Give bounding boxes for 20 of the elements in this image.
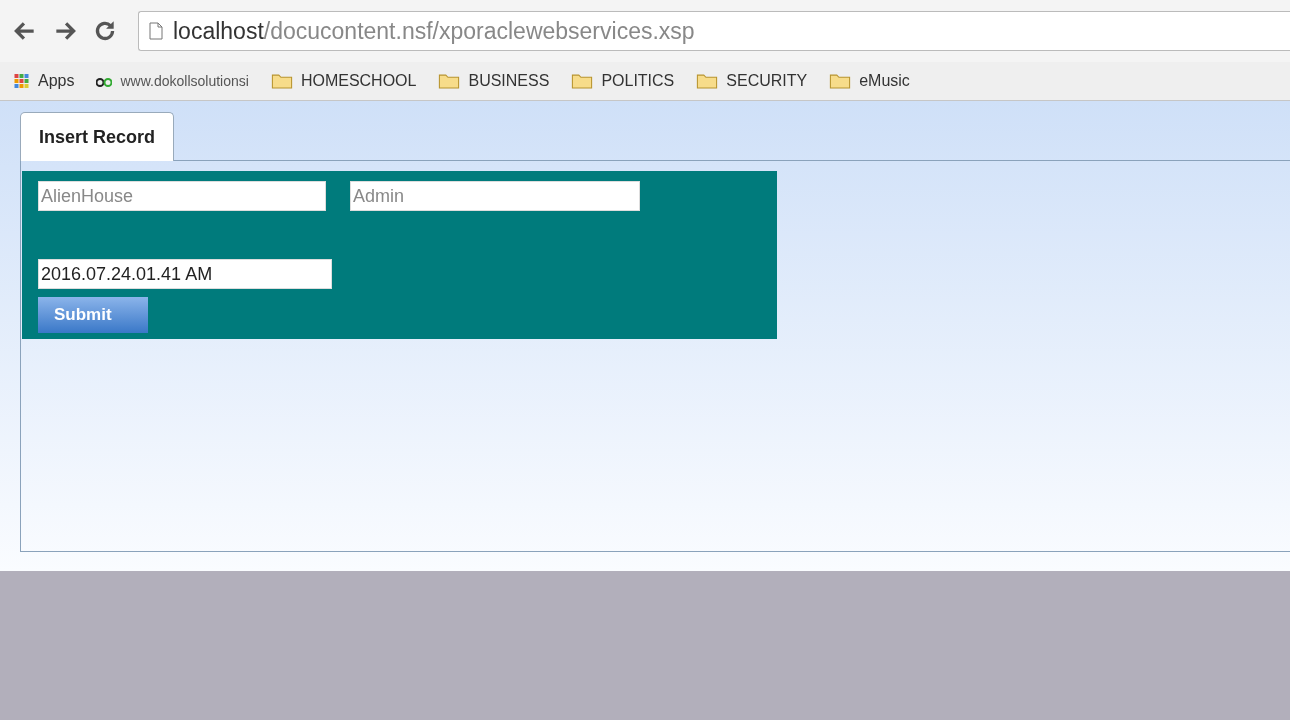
input-field[interactable]: 2016.07.24.01.41 AM: [38, 259, 332, 289]
address-bar[interactable]: localhost/docucontent.nsf/xporaclewebservices.xsp: [138, 11, 1290, 51]
folder-icon: [270, 73, 293, 89]
tab[interactable]: Insert Record: [20, 112, 175, 161]
bookmark[interactable]: HOMESCHOOL: [270, 72, 417, 90]
bookmark[interactable]: Apps: [14, 72, 75, 90]
url-text: localhost/docucontent.nsf/xporaclewebservices.xsp: [173, 17, 695, 45]
bookmark[interactable]: SECURITY: [696, 72, 808, 90]
bookmark[interactable]: www.dokollsolutionsi: [96, 73, 249, 89]
input-field[interactable]: Admin: [350, 181, 640, 211]
folder-icon: [829, 73, 852, 89]
folder-icon: [571, 73, 594, 89]
input-field[interactable]: AlienHouse: [38, 181, 326, 211]
bookmark[interactable]: BUSINESS: [438, 72, 550, 90]
folder-icon: [438, 73, 461, 89]
page-icon: [149, 22, 163, 40]
apps-grid-icon: [14, 73, 30, 89]
folder-icon: [696, 73, 719, 89]
bookmark[interactable]: eMusic: [829, 72, 910, 90]
bookmark[interactable]: POLITICS: [571, 72, 675, 90]
